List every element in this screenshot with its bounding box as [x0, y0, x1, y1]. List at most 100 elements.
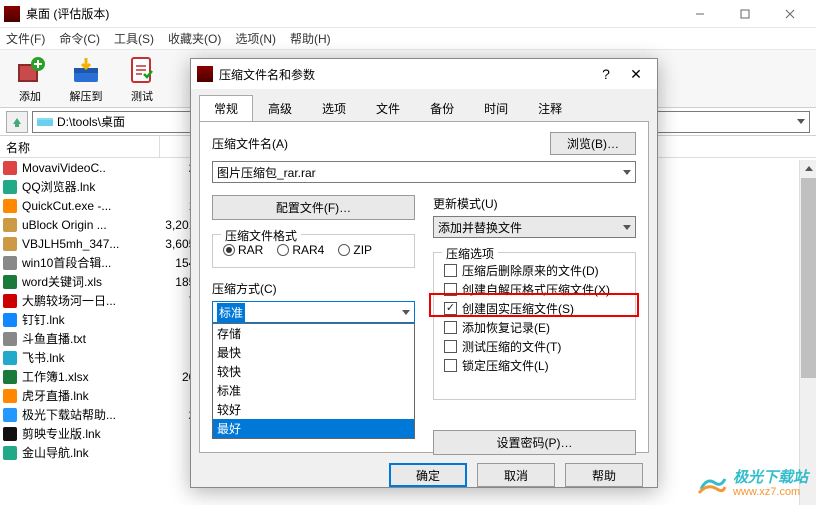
check-label: 创建固实压缩文件(S) — [462, 300, 574, 317]
file-icon — [2, 445, 18, 461]
dialog-tabs: 常规 高级 选项 文件 备份 时间 注释 — [191, 89, 657, 122]
file-icon — [2, 198, 18, 214]
password-button[interactable]: 设置密码(P)… — [433, 430, 636, 455]
profile-button[interactable]: 配置文件(F)… — [212, 195, 415, 220]
scroll-up-arrow[interactable] — [800, 160, 816, 177]
check-label: 锁定压缩文件(L) — [462, 357, 549, 374]
method-option-best[interactable]: 最好 — [213, 419, 414, 438]
check-option[interactable]: 测试压缩的文件(T) — [444, 337, 625, 356]
check-option[interactable]: 创建自解压格式压缩文件(X) — [444, 280, 625, 299]
file-icon — [2, 312, 18, 328]
file-name: QQ浏览器.lnk — [22, 178, 158, 195]
file-name: 极光下载站帮助... — [22, 406, 158, 423]
check-option[interactable]: 创建固实压缩文件(S) — [444, 299, 625, 318]
file-icon — [2, 236, 18, 252]
check-label: 创建自解压格式压缩文件(X) — [462, 281, 610, 298]
menu-favorites[interactable]: 收藏夹(O) — [168, 30, 221, 47]
radio-zip[interactable]: ZIP — [338, 243, 372, 257]
tab-backup[interactable]: 备份 — [415, 95, 469, 122]
add-icon — [14, 54, 46, 86]
file-icon — [2, 369, 18, 385]
file-icon — [2, 426, 18, 442]
file-name: 大鹏较场河一日... — [22, 292, 158, 309]
minimize-button[interactable] — [677, 0, 722, 28]
radio-icon — [277, 244, 289, 256]
test-icon — [126, 54, 158, 86]
file-name: VBJLH5mh_347... — [22, 237, 158, 251]
tab-files[interactable]: 文件 — [361, 95, 415, 122]
method-option-store[interactable]: 存储 — [213, 324, 414, 343]
tab-comment[interactable]: 注释 — [523, 95, 577, 122]
scroll-thumb[interactable] — [801, 178, 816, 378]
menu-file[interactable]: 文件(F) — [6, 30, 45, 47]
file-name: win10首段合辑... — [22, 254, 158, 271]
up-button[interactable] — [6, 111, 28, 133]
check-label: 测试压缩的文件(T) — [462, 338, 561, 355]
check-option[interactable]: 压缩后删除原来的文件(D) — [444, 261, 625, 280]
tab-time[interactable]: 时间 — [469, 95, 523, 122]
cancel-button[interactable]: 取消 — [477, 463, 555, 487]
file-icon — [2, 293, 18, 309]
file-name: MovaviVideoC.. — [22, 161, 158, 175]
dialog-titlebar: 压缩文件名和参数 ? ✕ — [191, 59, 657, 89]
help-button[interactable]: 帮助 — [565, 463, 643, 487]
archive-name-input[interactable]: 图片压缩包_rar.rar — [212, 161, 636, 183]
dialog-buttons: 确定 取消 帮助 — [191, 453, 657, 497]
menu-tools[interactable]: 工具(S) — [114, 30, 154, 47]
file-name: QuickCut.exe -... — [22, 199, 158, 213]
test-button[interactable]: 测试 — [118, 54, 166, 104]
update-label: 更新模式(U) — [433, 195, 636, 212]
add-label: 添加 — [19, 88, 41, 104]
archive-name-value: 图片压缩包_rar.rar — [217, 164, 316, 181]
radio-rar4[interactable]: RAR4 — [277, 243, 324, 257]
file-icon — [2, 217, 18, 233]
path-text: D:\tools\桌面 — [57, 113, 125, 130]
chevron-down-icon — [623, 225, 631, 230]
drive-icon — [37, 116, 53, 128]
close-button[interactable] — [767, 0, 812, 28]
menu-command[interactable]: 命令(C) — [59, 30, 100, 47]
col-name[interactable]: 名称 — [0, 136, 160, 157]
method-dropdown: 存储 最快 较快 标准 较好 最好 — [212, 323, 415, 439]
method-option-fastest[interactable]: 最快 — [213, 343, 414, 362]
checkbox-icon — [444, 264, 457, 277]
chevron-down-icon[interactable] — [797, 119, 805, 124]
ok-button[interactable]: 确定 — [389, 463, 467, 487]
add-button[interactable]: 添加 — [6, 54, 54, 104]
radio-icon — [223, 244, 235, 256]
browse-button[interactable]: 浏览(B)… — [550, 132, 636, 155]
tab-options[interactable]: 选项 — [307, 95, 361, 122]
vertical-scrollbar[interactable] — [799, 160, 816, 505]
dialog-title: 压缩文件名和参数 — [219, 66, 591, 83]
format-group-title: 压缩文件格式 — [221, 227, 301, 244]
update-select[interactable]: 添加并替换文件 — [433, 216, 636, 238]
main-titlebar: 桌面 (评估版本) — [0, 0, 816, 28]
tab-body: 压缩文件名(A) 浏览(B)… 图片压缩包_rar.rar 配置文件(F)… 压… — [199, 121, 649, 453]
extract-icon — [70, 54, 102, 86]
test-label: 测试 — [131, 88, 153, 104]
file-icon — [2, 274, 18, 290]
chevron-down-icon — [402, 310, 410, 315]
file-name: 钉钉.lnk — [22, 311, 158, 328]
method-option-normal[interactable]: 标准 — [213, 381, 414, 400]
extract-button[interactable]: 解压到 — [62, 54, 110, 104]
radio-icon — [338, 244, 350, 256]
tab-advanced[interactable]: 高级 — [253, 95, 307, 122]
check-option[interactable]: 添加恢复记录(E) — [444, 318, 625, 337]
tab-general[interactable]: 常规 — [199, 95, 253, 122]
file-name: word关键词.xls — [22, 273, 158, 290]
method-select[interactable]: 标准 存储 最快 较快 标准 较好 最好 — [212, 301, 415, 323]
dialog-help-button[interactable]: ? — [591, 66, 621, 82]
method-option-good[interactable]: 较好 — [213, 400, 414, 419]
checkbox-icon — [444, 302, 457, 315]
maximize-button[interactable] — [722, 0, 767, 28]
check-option[interactable]: 锁定压缩文件(L) — [444, 356, 625, 375]
method-option-fast[interactable]: 较快 — [213, 362, 414, 381]
dialog-close-button[interactable]: ✕ — [621, 66, 651, 83]
file-name: 剪映专业版.lnk — [22, 425, 158, 442]
chevron-down-icon[interactable] — [623, 170, 631, 175]
radio-rar[interactable]: RAR — [223, 243, 263, 257]
menu-options[interactable]: 选项(N) — [235, 30, 276, 47]
file-name: 虎牙直播.lnk — [22, 387, 158, 404]
menu-help[interactable]: 帮助(H) — [290, 30, 331, 47]
